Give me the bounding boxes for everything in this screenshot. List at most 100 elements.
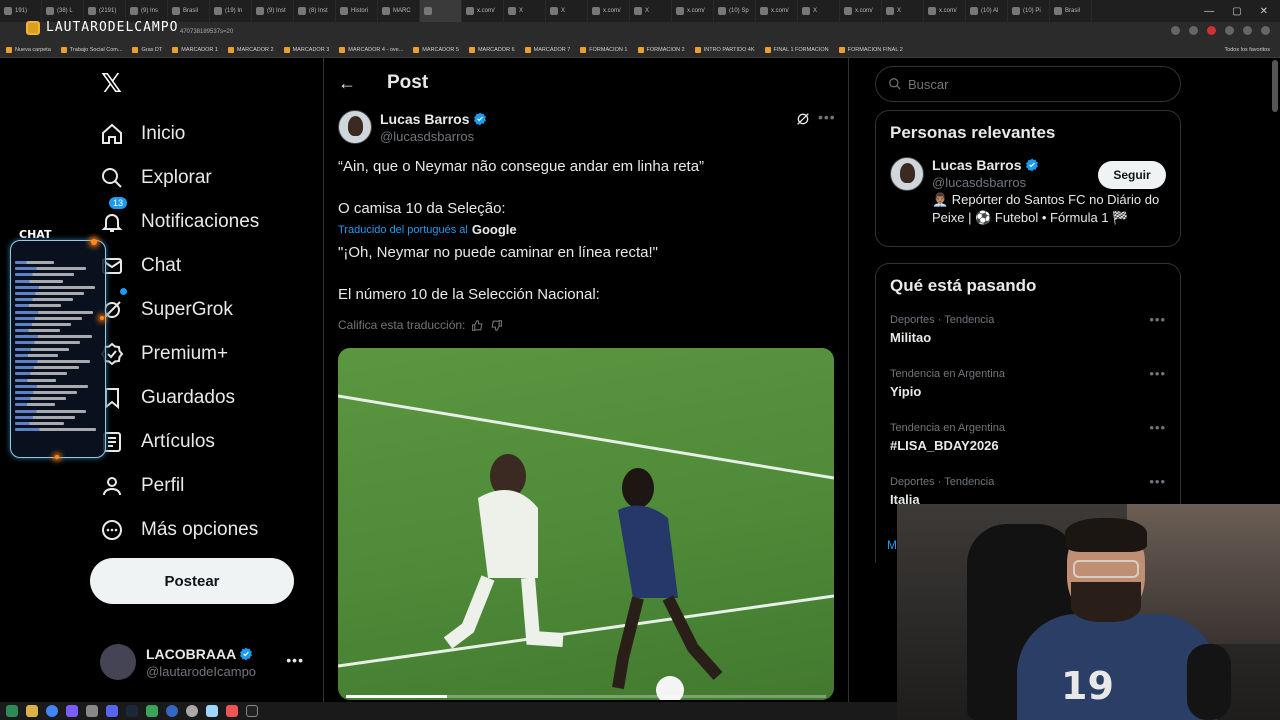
close-icon[interactable]: ✕	[1260, 6, 1268, 17]
browser-tab[interactable]: X	[630, 0, 672, 22]
taskbar-app-icon[interactable]	[66, 705, 78, 717]
bookmark-item[interactable]: MARCADOR 6	[468, 46, 515, 53]
bookmark-item[interactable]: MARCADOR 4 - ove...	[339, 46, 403, 53]
search-box[interactable]	[875, 66, 1181, 102]
browser-tab[interactable]: (9) Inst	[252, 0, 294, 22]
nav-item-premium[interactable]: Premium+	[100, 332, 259, 376]
nav-item-perfil[interactable]: Perfil	[100, 464, 259, 508]
search-input[interactable]	[908, 76, 1148, 92]
bookmark-item[interactable]: FORMACION 1	[580, 46, 628, 53]
browser-tab[interactable]: (2191)	[84, 0, 126, 22]
extension-icon[interactable]	[1171, 26, 1180, 35]
thumbs-down-icon[interactable]	[490, 319, 503, 332]
browser-tab[interactable]: x.com/	[672, 0, 714, 22]
relevant-person-handle[interactable]: @lucasdsbarros	[932, 175, 1039, 190]
browser-tab[interactable]: Brasil	[168, 0, 210, 22]
post-more-icon[interactable]: •••	[818, 109, 836, 125]
author-handle[interactable]: @lucasdsbarros	[380, 129, 487, 144]
avatar[interactable]	[890, 157, 924, 191]
browser-tab[interactable]: Brasil	[1050, 0, 1092, 22]
nav-item-explorar[interactable]: Explorar	[100, 156, 259, 200]
taskbar-app-icon[interactable]	[6, 705, 18, 717]
post-author[interactable]: Lucas Barros @lucasdsbarros	[338, 110, 487, 144]
extension-icon[interactable]	[1189, 26, 1198, 35]
browser-tab[interactable]: X	[504, 0, 546, 22]
nav-item-chat[interactable]: Chat	[100, 244, 259, 288]
nav-item-inicio[interactable]: Inicio	[100, 112, 259, 156]
bookmark-item[interactable]: MARCADOR 1	[172, 46, 218, 53]
trend-more-icon[interactable]: •••	[1149, 312, 1166, 327]
post-video[interactable]	[338, 348, 834, 700]
bookmark-item[interactable]: MARCADOR 2	[227, 46, 274, 53]
post-button[interactable]: Postear	[90, 558, 294, 604]
steam-icon[interactable]	[126, 705, 138, 717]
relevant-person[interactable]: Lucas Barros @lucasdsbarros Seguir	[876, 143, 1180, 191]
video-progress-bar[interactable]	[346, 695, 826, 698]
address-bar[interactable]: 470738189537s=20	[0, 22, 1280, 42]
folder-icon[interactable]	[26, 705, 38, 717]
browser-tab[interactable]: MARC	[378, 0, 420, 22]
browser-tab[interactable]: x.com/	[840, 0, 882, 22]
taskbar-app-icon[interactable]	[246, 705, 258, 717]
browser-tab[interactable]: (9) Ins	[126, 0, 168, 22]
extension-icon[interactable]	[1243, 26, 1252, 35]
discord-icon[interactable]	[106, 705, 118, 717]
back-arrow-icon[interactable]: ←	[338, 73, 356, 94]
account-switcher[interactable]: LACOBRAAA @lautarodeIcampo •••	[100, 640, 310, 684]
trend-more-icon[interactable]: •••	[1149, 366, 1166, 381]
thumbs-up-icon[interactable]	[471, 319, 484, 332]
browser-tab[interactable]: x.com/	[462, 0, 504, 22]
follow-button[interactable]: Seguir	[1098, 161, 1166, 189]
x-logo-icon[interactable]: 𝕏	[101, 71, 125, 97]
bookmark-item[interactable]: MARCADOR 5	[413, 46, 459, 53]
profile-icon[interactable]	[1261, 26, 1270, 35]
all-bookmarks-link[interactable]: Todos los favoritos	[1224, 47, 1280, 53]
extension-icon[interactable]	[1207, 26, 1216, 35]
taskbar-app-icon[interactable]	[146, 705, 158, 717]
nav-item-art-culos[interactable]: Artículos	[100, 420, 259, 464]
browser-tab[interactable]: x.com/	[588, 0, 630, 22]
taskbar-app-icon[interactable]	[166, 705, 178, 717]
trend-more-icon[interactable]: •••	[1149, 474, 1166, 489]
taskbar-app-icon[interactable]	[86, 705, 98, 717]
bookmark-item[interactable]: INTRO PARTIDO 4K	[694, 46, 755, 53]
extension-icon[interactable]	[1225, 26, 1234, 35]
bookmark-item[interactable]: MARCADOR 3	[283, 46, 329, 53]
bookmark-item[interactable]: Gras DT	[132, 46, 162, 53]
show-more-link[interactable]: M	[887, 538, 897, 552]
browser-tab[interactable]: x.com/	[756, 0, 798, 22]
bookmark-item[interactable]: MARCADOR 7	[524, 46, 570, 53]
trend-more-icon[interactable]: •••	[1149, 420, 1166, 435]
bookmark-item[interactable]: FORMACION FINAL 2	[838, 46, 903, 53]
bookmark-item[interactable]: Nueva carpeta	[6, 46, 51, 53]
trend-item[interactable]: Tendencia en Argentina #LISA_BDAY2026 •••	[876, 414, 1180, 468]
nav-item-guardados[interactable]: Guardados	[100, 376, 259, 420]
browser-tab[interactable]: (10) Sp	[714, 0, 756, 22]
grok-icon[interactable]	[795, 111, 811, 130]
browser-tab[interactable]: (19) In	[210, 0, 252, 22]
browser-tab[interactable]	[420, 0, 462, 22]
browser-tab[interactable]: (8) Inst	[294, 0, 336, 22]
browser-tab[interactable]: (10) Al	[966, 0, 1008, 22]
bookmark-item[interactable]: FINAL 1 FORMACION	[764, 46, 829, 53]
trend-item[interactable]: Tendencia en Argentina Yipio •••	[876, 360, 1180, 414]
taskbar-app-icon[interactable]	[206, 705, 218, 717]
author-name[interactable]: Lucas Barros	[380, 111, 469, 127]
bookmark-item[interactable]: Trabajo Social Com...	[60, 46, 122, 53]
chrome-icon[interactable]	[46, 705, 58, 717]
translation-attribution[interactable]: Traducido del portugués al Google	[338, 222, 517, 237]
more-icon[interactable]: •••	[286, 652, 304, 668]
bookmark-item[interactable]: FORMACION 2	[637, 46, 685, 53]
browser-tab[interactable]: (38) L	[42, 0, 84, 22]
browser-tab[interactable]: X	[546, 0, 588, 22]
browser-tab[interactable]: X	[798, 0, 840, 22]
author-avatar[interactable]	[338, 110, 372, 144]
browser-tab[interactable]: 191)	[0, 0, 42, 22]
minimize-icon[interactable]: —	[1204, 6, 1214, 17]
nav-item-notificaciones[interactable]: 13 Notificaciones	[100, 196, 259, 244]
relevant-person-name[interactable]: Lucas Barros	[932, 157, 1021, 173]
browser-tab[interactable]: x.com/	[924, 0, 966, 22]
browser-tab[interactable]: (10) Pi	[1008, 0, 1050, 22]
url-fragment[interactable]: 470738189537s=20	[180, 29, 233, 35]
nav-item-supergrok[interactable]: SuperGrok	[100, 288, 259, 332]
